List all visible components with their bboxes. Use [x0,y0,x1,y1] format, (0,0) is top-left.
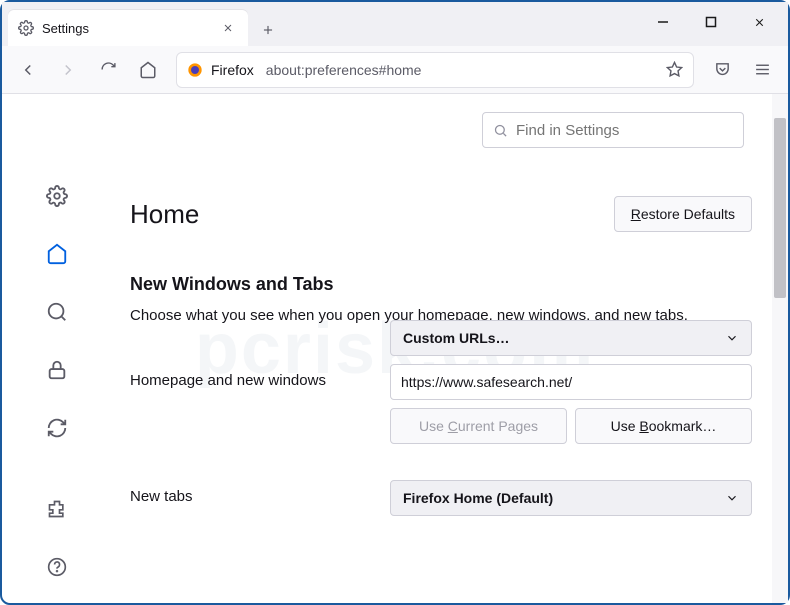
reload-button[interactable] [90,52,126,88]
search-icon [493,123,508,138]
home-button[interactable] [130,52,166,88]
menu-icon[interactable] [744,52,780,88]
minimize-button[interactable] [640,6,686,38]
sidebar-item-general[interactable] [39,178,75,214]
sidebar-item-help[interactable] [39,549,75,585]
titlebar: Settings [2,2,788,46]
sidebar-item-privacy[interactable] [39,352,75,388]
settings-search[interactable] [482,112,744,148]
back-button[interactable] [10,52,46,88]
select-value: Custom URLs… [403,330,510,346]
content-area: pcrisk.com Home Restore Defaults New Win… [2,94,788,603]
close-window-button[interactable] [736,6,782,38]
use-current-pages-button[interactable]: Use Current Pages [390,408,567,444]
select-value: Firefox Home (Default) [403,490,553,506]
window-controls [640,2,782,38]
chevron-down-icon [725,331,739,345]
homepage-mode-select[interactable]: Custom URLs… [390,320,752,356]
sidebar-item-home[interactable] [39,236,75,272]
settings-main: Home Restore Defaults New Windows and Ta… [112,94,788,603]
url-brand: Firefox [211,62,254,78]
newtabs-select[interactable]: Firefox Home (Default) [390,480,752,516]
bookmark-star-icon[interactable] [666,61,683,78]
restore-defaults-button[interactable]: Restore Defaults [614,196,752,232]
chevron-down-icon [725,491,739,505]
tab-label: Settings [42,21,210,36]
maximize-button[interactable] [688,6,734,38]
settings-sidebar [2,94,112,603]
url-bar[interactable]: Firefox about:preferences#home [176,52,694,88]
sidebar-item-extensions[interactable] [39,491,75,527]
firefox-icon [187,62,203,78]
homepage-label: Homepage and new windows [130,364,370,389]
browser-tab[interactable]: Settings [8,10,248,46]
forward-button[interactable] [50,52,86,88]
gear-icon [18,20,34,36]
newtabs-label: New tabs [130,480,370,505]
section-title: New Windows and Tabs [130,274,752,295]
close-tab-icon[interactable] [218,18,238,38]
settings-search-input[interactable] [516,122,733,139]
scrollbar-thumb[interactable] [774,118,786,298]
pocket-icon[interactable] [704,52,740,88]
url-address: about:preferences#home [266,62,422,78]
sidebar-item-search[interactable] [39,294,75,330]
sidebar-item-sync[interactable] [39,410,75,446]
page-title: Home [130,199,614,230]
use-bookmark-button[interactable]: Use Bookmark… [575,408,752,444]
homepage-url-input[interactable] [390,364,752,400]
new-tab-button[interactable] [252,14,284,46]
scrollbar[interactable] [772,94,788,603]
toolbar: Firefox about:preferences#home [2,46,788,94]
